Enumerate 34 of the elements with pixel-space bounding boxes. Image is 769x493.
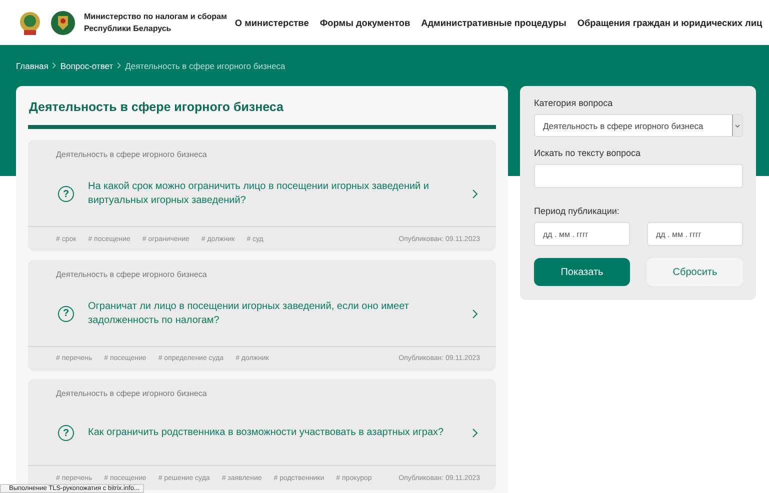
category-select[interactable]: Деятельность в сфере игорного бизнеса <box>534 114 743 137</box>
shield-emblem-icon[interactable] <box>50 8 76 36</box>
chevron-right-icon <box>472 428 478 438</box>
question-link[interactable]: Как ограничить родственника в возможности участвовать в азартных играх? <box>88 426 458 440</box>
chevron-right-icon <box>472 308 478 318</box>
field-label: Категория вопроса <box>534 98 614 108</box>
nav-link[interactable]: Обращения граждан и юридических лиц <box>577 18 762 28</box>
breadcrumb-link[interactable]: Главная <box>16 60 48 70</box>
chevron-right-icon <box>117 62 122 69</box>
show-button[interactable]: Показать <box>534 258 630 286</box>
question-link[interactable]: На какой срок можно ограничить лицо в посещении игорных заведений и виртуальных игорных заведений? <box>88 180 458 208</box>
nav-link[interactable]: О министерстве <box>234 18 309 28</box>
search-field[interactable] <box>534 164 743 188</box>
field-label: Искать по тексту вопроса <box>534 148 642 158</box>
breadcrumb-link[interactable]: Вопрос-ответ <box>60 60 114 70</box>
reset-button[interactable]: Сбросить <box>647 258 743 286</box>
breadcrumb-current: Деятельность в сфере игорного бизнеса <box>125 60 286 70</box>
question-mark-icon: ? <box>58 425 74 441</box>
date-to-field[interactable]: дд . мм . гггг <box>647 222 743 246</box>
chevron-right-icon <box>472 189 478 199</box>
dropdown-caret-icon <box>735 124 740 128</box>
question-category: Деятельность в сфере игорного бизнеса <box>55 388 208 400</box>
section-title: Деятельность в сфере игорного бизнеса <box>29 100 284 114</box>
field-label: Период публикации: <box>534 206 620 216</box>
date-from-field[interactable]: дд . мм . гггг <box>534 222 630 246</box>
ministry-name: Министерство по налогам и сборам Республики Беларусь <box>84 10 227 34</box>
question-mark-icon: ? <box>58 186 74 202</box>
chevron-right-icon <box>52 62 56 69</box>
question-category: Деятельность в сфере игорного бизнеса <box>55 268 208 281</box>
question-category: Деятельность в сфере игорного бизнеса <box>55 149 208 161</box>
question-mark-icon: ? <box>58 306 74 322</box>
nav-link[interactable]: Административные процедуры <box>421 18 566 28</box>
question-link[interactable]: Ограничат ли лицо в посещении игорных заведений, если оно имеет задолженность по налогам? <box>88 300 458 328</box>
nav-link[interactable]: Формы документов <box>320 18 410 28</box>
